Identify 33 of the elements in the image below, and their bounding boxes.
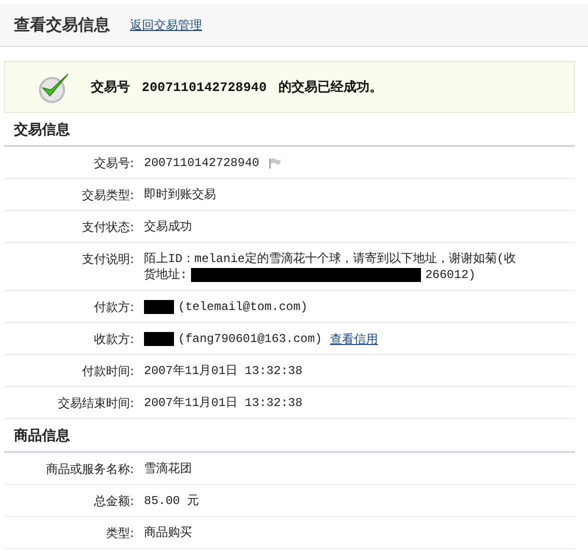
field-label: 总金额: [92, 493, 135, 509]
field-label: 收款方: [92, 331, 135, 347]
field-value: 陌上ID：melanie定的雪滴花十个球，请寄到以下地址，谢谢如菊(收 [144, 251, 516, 267]
field-value: (fang790601@163.com) [178, 331, 322, 347]
field-label: 类型: [104, 525, 135, 541]
field-value: 雪滴花团 [144, 461, 192, 477]
success-message: 交易号 2007110142728940 的交易已经成功。 [91, 78, 382, 96]
field-value: (telemail@tom.com) [178, 299, 308, 315]
field-value: 货地址: [144, 267, 188, 283]
back-link[interactable]: 返回交易管理 [130, 16, 202, 34]
field-label: 付款时间: [80, 363, 135, 379]
field-label: 交易号: [92, 155, 135, 171]
field-label: 支付说明: [80, 251, 135, 268]
field-value: 交易成功 [144, 219, 192, 235]
page-title: 查看交易信息 [14, 14, 110, 36]
field-value: 2007110142728940 [144, 155, 260, 171]
field-label: 付款方: [92, 299, 135, 315]
credit-link[interactable]: 查看信用 [330, 331, 378, 347]
redaction-bar [144, 332, 174, 346]
field-label: 交易类型: [80, 187, 135, 203]
field-label: 支付状态: [80, 219, 135, 235]
field-label: 商品或服务名称: [44, 461, 135, 477]
field-label: 交易结束时间: [56, 395, 135, 411]
field-value: 即时到账交易 [144, 187, 216, 203]
field-value: 266012) [425, 267, 476, 283]
field-value: 2007年11月01日 13:32:38 [144, 395, 302, 411]
section-heading: 交易信息 [4, 113, 575, 147]
flag-icon [269, 158, 282, 168]
section-heading: 商品信息 [4, 419, 575, 453]
field-value: 85.00 元 [144, 493, 200, 509]
field-value: 商品购买 [144, 525, 192, 541]
field-value: 2007年11月01日 13:32:38 [144, 363, 302, 379]
redaction-bar [144, 300, 174, 314]
